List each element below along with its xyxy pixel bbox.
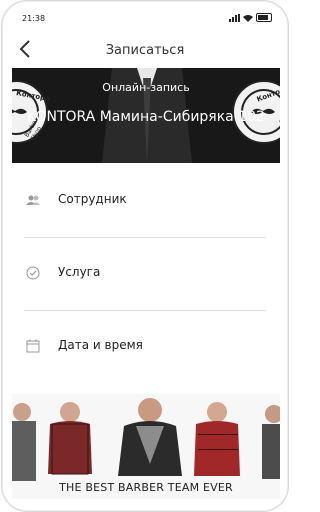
- battery-icon: [256, 13, 272, 22]
- status-bar: 21:38: [2, 1, 288, 31]
- team-photo-banner: THE BEST BARBER TEAM EVER: [12, 394, 280, 499]
- phone-frame: 21:38 Записаться Контора Barber Shop Кон…: [1, 0, 289, 512]
- app-bar: Записаться: [2, 31, 288, 69]
- check-circle-icon: [26, 266, 40, 280]
- status-time: 21:38: [22, 14, 46, 23]
- wifi-icon: [243, 14, 253, 22]
- menu-item-label: Дата и время: [58, 338, 143, 352]
- menu-item-service[interactable]: Услуга: [12, 239, 280, 309]
- signal-icon: [229, 13, 240, 22]
- team-caption: THE BEST BARBER TEAM EVER: [59, 481, 233, 494]
- staff-icon: [26, 195, 40, 205]
- divider: [24, 310, 266, 311]
- menu-item-label: Услуга: [58, 265, 101, 279]
- menu-item-staff[interactable]: Сотрудник: [12, 166, 280, 236]
- status-icons: [229, 13, 272, 22]
- page-title: Записаться: [105, 43, 185, 58]
- branch-name: KONTORA Мамина-Сибиряка 102: [27, 109, 265, 125]
- menu-item-label: Сотрудник: [58, 192, 127, 206]
- divider: [24, 237, 266, 238]
- calendar-icon: [26, 339, 40, 353]
- branch-banner: Контора Barber Shop Контора Barber Shop …: [12, 68, 280, 163]
- menu-item-date-time[interactable]: Дата и время: [12, 312, 280, 382]
- banner-caption: Онлайн-запись: [102, 81, 190, 94]
